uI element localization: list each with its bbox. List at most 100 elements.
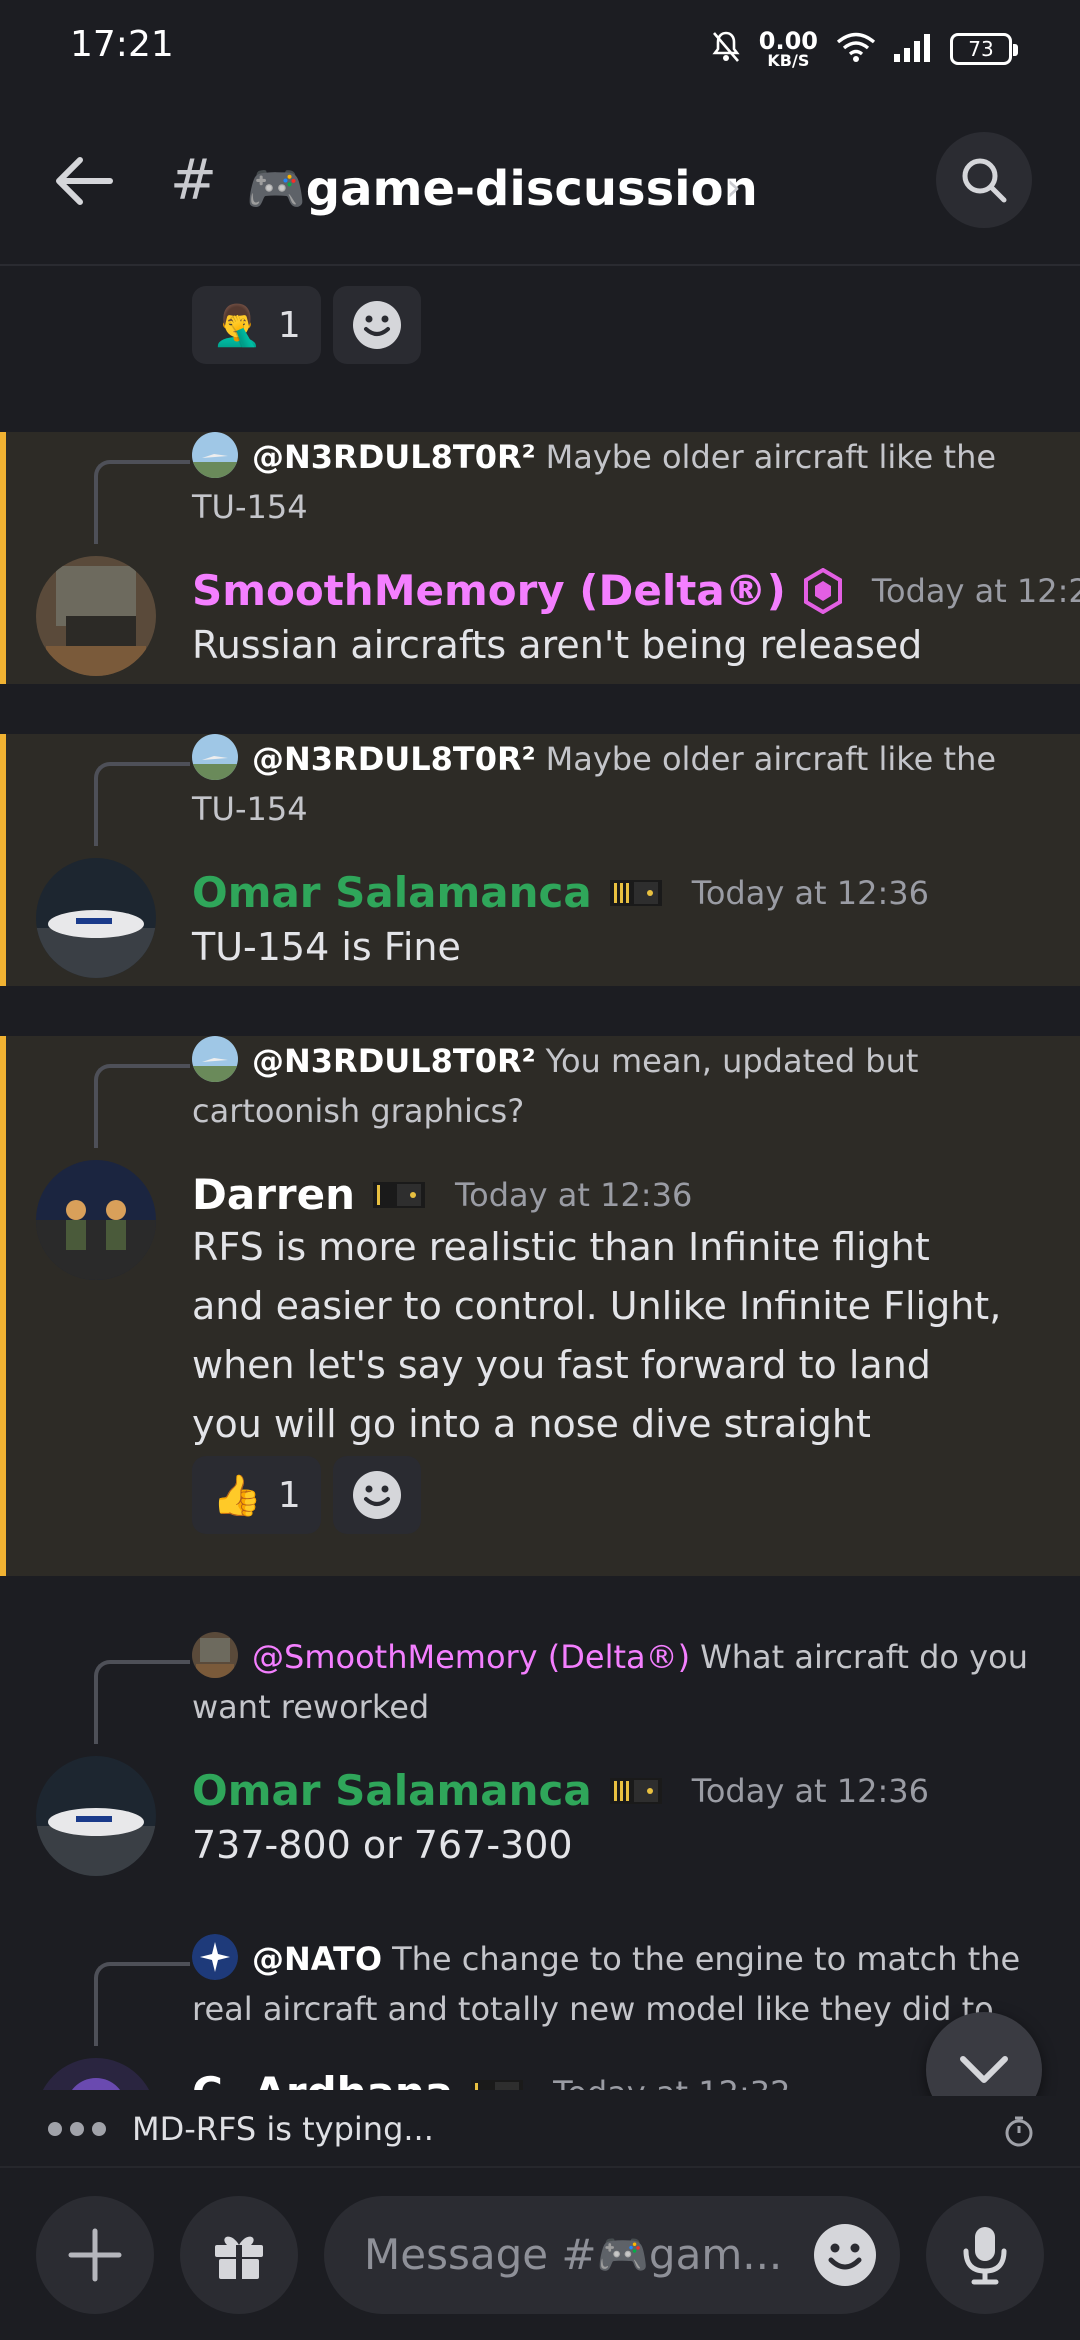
rank-badge-icon [609,878,662,908]
rank-badge-icon [471,2078,524,2090]
message-timestamp: Today at 12:36 [691,1771,929,1810]
reply-avatar [192,1934,238,1980]
message-list[interactable]: 🤦‍♂️ 1 @N3RDUL8T0R² Maybe older aircraft … [0,266,1080,2090]
facepalm-emoji: 🤦‍♂️ [212,302,262,349]
channel-name[interactable]: 🎮game-discussion [246,154,758,224]
author-name[interactable]: SmoothMemory (Delta®) [192,566,786,615]
reply-preview[interactable]: @N3RDUL8T0R² Maybe older aircraft like th… [192,432,1050,532]
thumbs-up-emoji: 👍 [212,1472,262,1519]
author-line: Darren Today at 12:36 [192,1170,692,1219]
add-reaction-button[interactable] [332,286,421,364]
reply-connector [94,762,190,846]
back-button[interactable] [50,146,120,216]
gift-icon [215,2236,263,2279]
avatar[interactable] [36,858,156,978]
reply-connector [94,1064,190,1148]
message-body: 737-800 or 767-300 [192,1823,573,1867]
plus-icon [68,2228,122,2282]
message-input-placeholder: Message #🎮gam... [364,2230,783,2279]
reply-avatar [192,432,238,478]
reply-preview[interactable]: @N3RDUL8T0R² You mean, updated but cartoo… [192,1036,1050,1136]
wifi-icon [836,31,876,67]
message-body: Russian aircrafts aren't being released [192,623,923,667]
battery-indicator: 73 [950,33,1018,65]
message-item[interactable]: @NATO The change to the engine to match t… [0,1934,1080,2090]
signal-icon [894,32,932,66]
author-line: Omar Salamanca Today at 12:36 [192,868,929,917]
author-name[interactable]: Omar Salamanca [192,1766,592,1815]
reaction-count: 1 [277,304,301,346]
avatar[interactable] [36,2058,156,2090]
reaction-chip[interactable]: 👍 1 [192,1456,321,1534]
reply-ref-author: @N3RDUL8T0R² [252,740,536,778]
avatar[interactable] [36,556,156,676]
message-composer: Message #🎮gam... [0,2166,1080,2340]
message-item[interactable]: @N3RDUL8T0R² Maybe older aircraft like th… [0,734,1080,986]
reply-connector [94,1962,190,2046]
message-body: TU-154 is Fine [192,925,461,969]
author-name[interactable]: Darren [192,1170,355,1219]
message-item[interactable]: @N3RDUL8T0R² Maybe older aircraft like th… [0,432,1080,684]
reaction-count: 1 [277,1474,301,1516]
reply-avatar [192,1632,238,1678]
reply-ref-author: @NATO [252,1940,383,1978]
reaction-bar: 🤦‍♂️ 1 [192,286,421,364]
reply-ref-author: @N3RDUL8T0R² [252,438,536,476]
avatar[interactable] [36,1756,156,1876]
arrow-left-icon [56,157,113,205]
typing-dots-icon [48,2122,106,2136]
emoji-picker-button[interactable] [812,2222,878,2288]
message-timestamp: Today at 12:36 [691,873,929,912]
chevron-down-icon [960,2056,1008,2083]
message-timestamp: Today at 12:32 [553,2074,790,2091]
author-name[interactable]: C. Ardhana [192,2068,453,2090]
channel-hash-icon: # [170,148,217,213]
author-line: Omar Salamanca Today at 12:36 [192,1766,929,1815]
add-reaction-button[interactable] [332,1456,421,1534]
reply-preview[interactable]: @SmoothMemory (Delta®) What aircraft do y… [192,1632,1050,1732]
reply-preview[interactable]: @NATO The change to the engine to match t… [192,1934,1050,2034]
reaction-chip[interactable]: 🤦‍♂️ 1 [192,286,321,364]
reply-avatar [192,1036,238,1082]
typing-indicator: MD-RFS is typing... [0,2096,1080,2166]
message-item[interactable]: @SmoothMemory (Delta®) What aircraft do y… [0,1632,1080,1892]
reply-ref-author: @SmoothMemory (Delta®) [252,1638,691,1676]
gift-button[interactable] [180,2196,298,2314]
net-speed-value: 0.00 [758,27,818,55]
status-time: 17:21 [70,24,174,65]
net-speed-unit: KB/S [767,51,810,70]
author-line: C. Ardhana Today at 12:32 [192,2068,790,2090]
smiley-icon [352,301,401,349]
status-bar: 17:21 0.00 KB/S 73 [0,0,1080,96]
reaction-bar: 👍 1 [192,1456,421,1534]
smiley-icon [352,1471,401,1519]
search-button[interactable] [936,132,1032,228]
message-timestamp: Today at 12:21 [871,571,1080,610]
search-icon [962,158,1007,203]
author-name[interactable]: Omar Salamanca [192,868,592,917]
message-input[interactable]: Message #🎮gam... [324,2196,900,2314]
reply-avatar [192,734,238,780]
reply-connector [94,1660,190,1744]
typing-text: MD-RFS is typing... [132,2110,434,2148]
avatar[interactable] [36,1160,156,1280]
role-gem-icon [803,567,842,614]
slowmode-timer-icon[interactable] [1002,2114,1036,2152]
message-timestamp: Today at 12:36 [455,1175,693,1214]
rank-badge-icon [373,1180,426,1210]
reply-ref-author: @N3RDUL8T0R² [252,1042,536,1080]
message-item[interactable]: @N3RDUL8T0R² You mean, updated but cartoo… [0,1036,1080,1576]
reply-connector [94,460,190,544]
chevron-right-icon[interactable]: › [726,162,741,212]
author-line: SmoothMemory (Delta®) Today at 12:21 [192,566,1080,615]
attach-plus-button[interactable] [36,2196,154,2314]
microphone-icon [963,2227,1007,2285]
reply-preview[interactable]: @N3RDUL8T0R² Maybe older aircraft like th… [192,734,1050,834]
voice-message-button[interactable] [926,2196,1044,2314]
message-body: RFS is more realistic than Infinite flig… [192,1225,1002,1446]
smiley-icon [814,2224,876,2286]
channel-header: # 🎮game-discussion › [0,96,1080,266]
rank-badge-icon [609,1776,662,1806]
mute-bell-icon [711,30,741,68]
discord-channel-screen: 17:21 0.00 KB/S 73 # 🎮game-discussion › [0,0,1080,2340]
